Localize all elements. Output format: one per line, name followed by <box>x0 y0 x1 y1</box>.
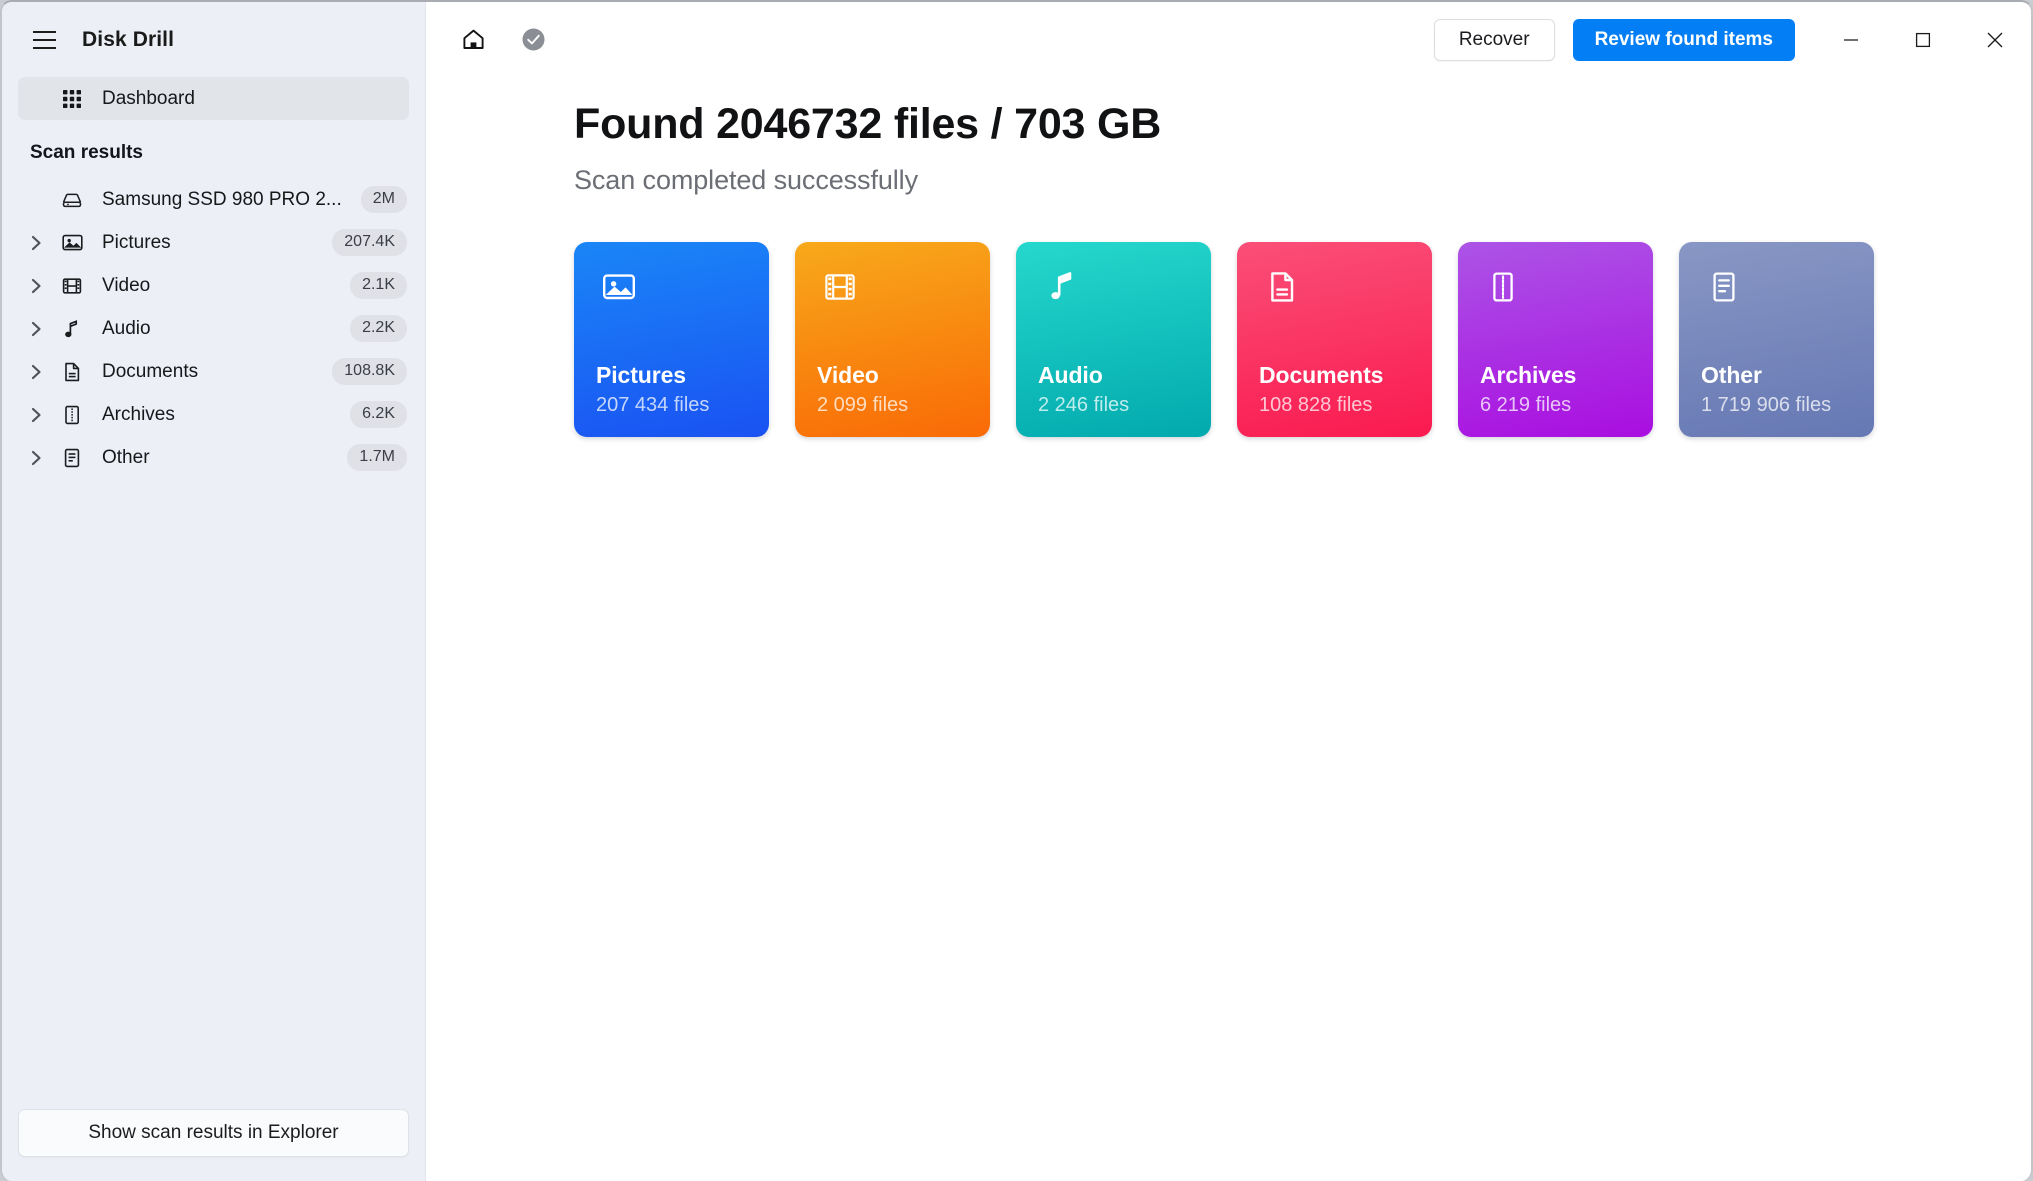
card-count: 2 246 files <box>1038 394 1130 417</box>
card-count: 108 828 files <box>1259 394 1373 417</box>
content-area: Found 2046732 files / 703 GB Scan comple… <box>426 77 2031 1181</box>
sidebar-item-label: Archives <box>102 403 175 425</box>
archive-icon <box>1480 264 1526 310</box>
sidebar-item-documents[interactable]: Documents 108.8K <box>18 350 409 393</box>
music-note-icon <box>1038 264 1084 310</box>
sidebar-item-badge: 2.1K <box>350 272 407 299</box>
home-icon[interactable] <box>456 23 490 57</box>
app-title: Disk Drill <box>82 27 175 51</box>
sidebar-item-archives[interactable]: Archives 6.2K <box>18 393 409 436</box>
card-text: Documents 108 828 files <box>1259 362 1383 417</box>
sidebar-section-title: Scan results <box>30 142 143 163</box>
maximize-icon[interactable] <box>1887 2 1959 77</box>
show-scan-results-in-explorer-button[interactable]: Show scan results in Explorer <box>18 1109 409 1157</box>
minimize-icon[interactable] <box>1815 2 1887 77</box>
sidebar-item-audio[interactable]: Audio 2.2K <box>18 307 409 350</box>
card-text: Other 1 719 906 files <box>1701 362 1831 417</box>
list-doc-icon <box>1701 264 1747 310</box>
category-card-archives[interactable]: Archives 6 219 files <box>1458 242 1653 438</box>
card-text: Archives 6 219 files <box>1480 362 1576 417</box>
scan-status-text: Scan completed successfully <box>574 165 918 196</box>
topbar-right-actions: Recover Review found items <box>1433 2 2031 77</box>
list-doc-icon <box>54 447 90 469</box>
card-title: Video <box>817 362 879 389</box>
chevron-right-icon[interactable] <box>18 449 54 467</box>
sidebar-item-label: Documents <box>102 360 199 382</box>
category-card-other[interactable]: Other 1 719 906 files <box>1679 242 1874 438</box>
check-circle-icon[interactable] <box>516 23 550 57</box>
chevron-right-icon[interactable] <box>18 277 54 295</box>
category-card-audio[interactable]: Audio 2 246 files <box>1016 242 1211 438</box>
card-text: Pictures 207 434 files <box>596 362 709 417</box>
close-icon[interactable] <box>1959 2 2031 77</box>
sidebar-item-label: Dashboard <box>102 87 195 109</box>
category-cards: Pictures 207 434 files Video 2 099 files… <box>574 242 2031 438</box>
chevron-right-icon[interactable] <box>18 363 54 381</box>
document-icon <box>1259 264 1305 310</box>
hamburger-icon[interactable] <box>22 18 66 62</box>
card-count: 207 434 files <box>596 394 710 417</box>
card-text: Audio 2 246 files <box>1038 362 1129 417</box>
sidebar-item-badge: 2M <box>360 186 407 213</box>
sidebar-item-pictures[interactable]: Pictures 207.4K <box>18 221 409 264</box>
document-icon <box>54 361 90 383</box>
card-title: Audio <box>1038 362 1103 389</box>
review-found-items-button[interactable]: Review found items <box>1572 18 1795 61</box>
window-controls <box>1815 2 2031 77</box>
picture-icon <box>596 264 642 310</box>
recover-button[interactable]: Recover <box>1433 18 1555 61</box>
card-title: Other <box>1701 362 1762 389</box>
topbar: Recover Review found items <box>426 2 2031 77</box>
chevron-right-icon[interactable] <box>18 320 54 338</box>
archive-icon <box>54 404 90 426</box>
sidebar-footer: Show scan results in Explorer <box>2 1095 425 1181</box>
grid-icon <box>54 89 90 109</box>
topbar-left-actions <box>456 23 550 57</box>
sidebar-item-label: Audio <box>102 317 151 339</box>
sidebar-item-label: Other <box>102 446 150 468</box>
sidebar-item-badge: 6.2K <box>350 401 407 428</box>
main-area: Recover Review found items Found 2046732… <box>426 2 2031 1181</box>
card-count: 2 099 files <box>817 394 909 417</box>
category-card-pictures[interactable]: Pictures 207 434 files <box>574 242 769 438</box>
category-card-video[interactable]: Video 2 099 files <box>795 242 990 438</box>
card-count: 6 219 files <box>1480 394 1572 417</box>
sidebar-item-label: Pictures <box>102 231 171 253</box>
page-title: Found 2046732 files / 703 GB <box>574 100 1162 148</box>
film-icon <box>817 264 863 310</box>
sidebar-item-badge: 207.4K <box>332 229 407 256</box>
music-note-icon <box>54 318 90 340</box>
sidebar-item-video[interactable]: Video 2.1K <box>18 264 409 307</box>
sidebar-item-disk[interactable]: Samsung SSD 980 PRO 2... 2M <box>18 178 409 221</box>
card-count: 1 719 906 files <box>1701 394 1832 417</box>
picture-icon <box>54 231 90 254</box>
sidebar-header: Disk Drill <box>2 2 425 77</box>
disk-icon <box>54 189 90 211</box>
sidebar-item-badge: 2.2K <box>350 315 407 342</box>
sidebar-item-label: Video <box>102 274 151 296</box>
card-title: Pictures <box>596 362 686 389</box>
sidebar-item-badge: 1.7M <box>347 444 407 471</box>
sidebar-item-other[interactable]: Other 1.7M <box>18 436 409 479</box>
app-window: Disk Drill Dashboard Scan results Samsun… <box>0 0 2033 1181</box>
card-title: Documents <box>1259 362 1384 389</box>
card-text: Video 2 099 files <box>817 362 908 417</box>
chevron-right-icon[interactable] <box>18 406 54 424</box>
card-title: Archives <box>1480 362 1577 389</box>
sidebar-item-badge: 108.8K <box>332 358 407 385</box>
sidebar: Disk Drill Dashboard Scan results Samsun… <box>2 2 426 1181</box>
sidebar-item-dashboard[interactable]: Dashboard <box>18 77 409 120</box>
film-icon <box>54 275 90 297</box>
category-card-documents[interactable]: Documents 108 828 files <box>1237 242 1432 438</box>
chevron-right-icon[interactable] <box>18 234 54 252</box>
sidebar-nav: Dashboard Scan results Samsung SSD 980 P… <box>2 77 425 1095</box>
sidebar-item-label: Samsung SSD 980 PRO 2... <box>102 188 342 210</box>
